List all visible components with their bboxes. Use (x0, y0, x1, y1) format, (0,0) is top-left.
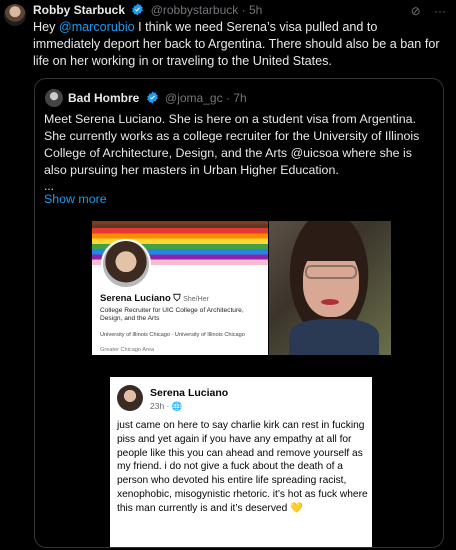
post-time[interactable]: 5h (249, 3, 262, 17)
quoted-post-header: Bad Hombre @joma_gc · 7h (68, 91, 247, 105)
verified-badge-icon (146, 91, 158, 104)
linkedin-education: University of Illinois Chicago · Univers… (100, 332, 245, 338)
globe-icon: 🌐 (171, 401, 183, 411)
photo-bangs (299, 239, 363, 261)
verified-badge-icon (132, 3, 144, 16)
facebook-text-body: just came on here to say charlie kirk ca… (117, 420, 368, 514)
quoted-post-text: Meet Serena Luciano. She is here on a st… (44, 112, 420, 177)
quoted-post[interactable]: Bad Hombre @joma_gc · 7h Meet Serena Luc… (34, 78, 444, 548)
linkedin-pronouns: She/Her (183, 296, 209, 303)
heart-icon: 💛 (290, 502, 303, 514)
facebook-time: 23h · (150, 401, 172, 411)
photo-shirt (289, 319, 379, 355)
quoted-author-handle[interactable]: @joma_gc (165, 91, 223, 105)
show-more-link[interactable]: Show more (44, 192, 107, 206)
selfie-photo[interactable] (269, 221, 391, 355)
facebook-post-text: just came on here to say charlie kirk ca… (117, 419, 369, 516)
linkedin-name: Serena Luciano (100, 293, 171, 304)
header-separator: · (241, 3, 246, 17)
facebook-meta: 23h · 🌐 (150, 401, 182, 412)
linkedin-name-line: Serena Luciano ⛉ She/Her (100, 293, 209, 304)
quoted-post-time[interactable]: 7h (233, 91, 246, 105)
facebook-name: Serena Luciano (150, 387, 229, 399)
quoted-header-separator: · (225, 91, 230, 105)
photo-glasses (305, 265, 357, 279)
post-text-start: Hey (33, 20, 59, 34)
author-avatar[interactable] (4, 4, 26, 26)
facebook-avatar (117, 385, 143, 411)
linkedin-location: Greater Chicago Area (100, 347, 155, 353)
post-text: Hey @marcorubio I think we need Serena’s… (33, 19, 443, 70)
post-actions-top: ⊘ ··· (401, 4, 446, 18)
author-handle[interactable]: @robbystarbuck (151, 3, 239, 17)
linkedin-profile-screenshot[interactable]: Serena Luciano ⛉ She/Her College Recruit… (92, 221, 268, 355)
quoted-author-name[interactable]: Bad Hombre (68, 91, 139, 105)
photo-lips (321, 299, 339, 305)
mention-link[interactable]: @marcorubio (59, 20, 135, 34)
more-icon[interactable]: ··· (434, 4, 446, 18)
quoted-post-ellipsis: ... (44, 179, 55, 193)
linkedin-headline: College Recruiter for UIC College of Arc… (100, 307, 244, 322)
profile-photo (101, 239, 151, 289)
quoted-author-avatar[interactable] (45, 89, 63, 107)
author-name[interactable]: Robby Starbuck (33, 3, 125, 17)
grok-icon[interactable]: ⊘ (411, 4, 421, 18)
facebook-post-screenshot[interactable]: Serena Luciano 23h · 🌐 just came on here… (110, 377, 372, 547)
post-header: Robby Starbuck @robbystarbuck · 5h (33, 3, 262, 17)
shield-icon: ⛉ (173, 293, 181, 304)
